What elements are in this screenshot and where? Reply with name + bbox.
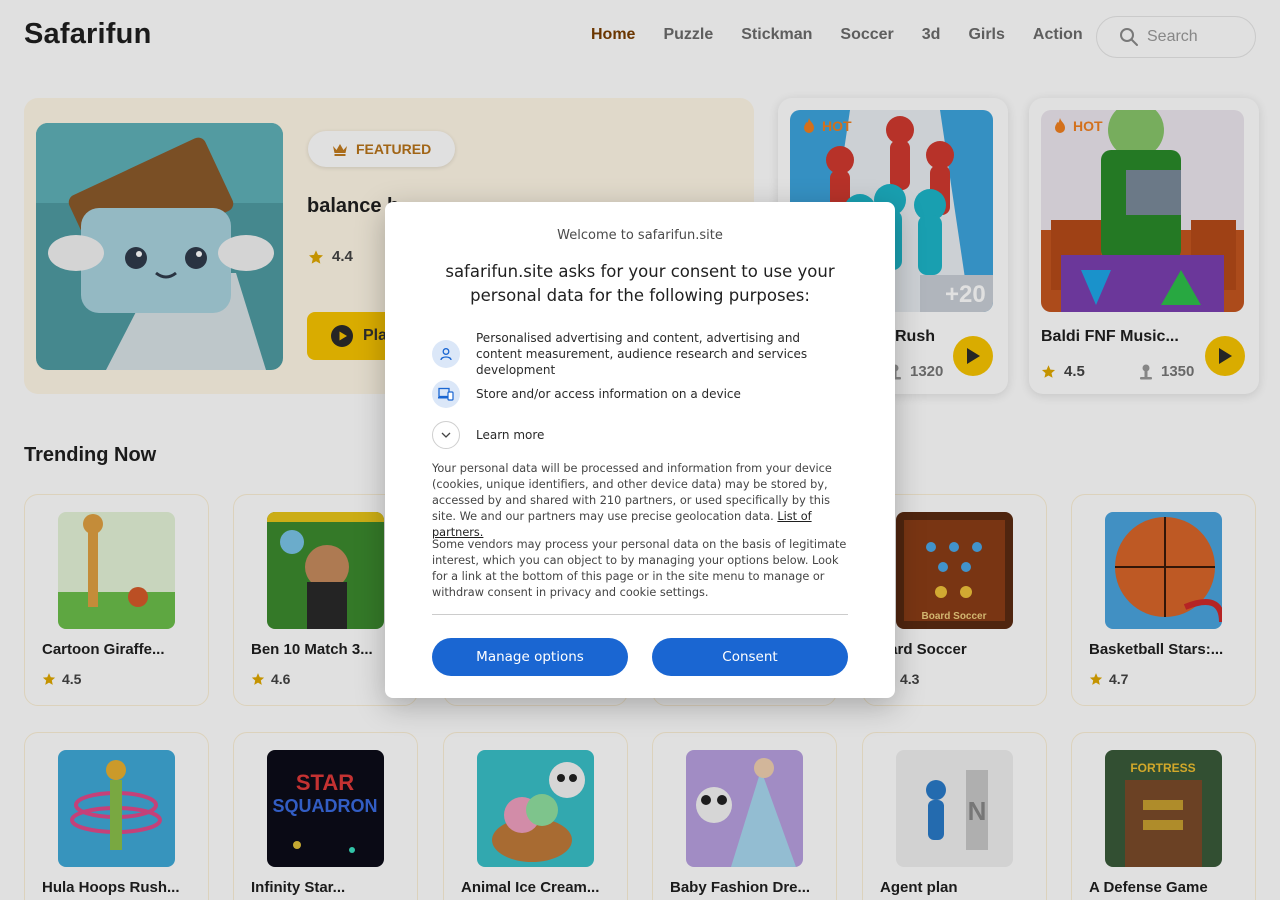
consent-paragraph-1: Your personal data will be processed and… bbox=[432, 461, 850, 541]
flame-icon bbox=[804, 118, 814, 133]
learn-more-toggle[interactable]: Learn more bbox=[432, 421, 544, 449]
consent-welcome: Welcome to safarifun.site bbox=[557, 228, 723, 243]
consent-divider bbox=[432, 614, 848, 615]
devices-icon bbox=[432, 380, 460, 408]
consent-paragraph-2: Some vendors may process your personal d… bbox=[432, 538, 847, 599]
purpose-personalised: Personalised advertising and content, ad… bbox=[432, 330, 848, 378]
hot-tag: HOT bbox=[802, 118, 852, 134]
purpose-personalised-text: Personalised advertising and content, ad… bbox=[476, 331, 808, 377]
consent-button[interactable]: Consent bbox=[652, 638, 848, 676]
chevron-down-icon[interactable] bbox=[432, 421, 460, 449]
hot-tag: HOT bbox=[1053, 118, 1103, 134]
hot-tag-label: HOT bbox=[822, 118, 852, 134]
consent-dialog: Welcome to safarifun.site safarifun.site… bbox=[385, 202, 895, 698]
purpose-device-storage: Store and/or access information on a dev… bbox=[432, 380, 741, 408]
person-icon bbox=[432, 340, 460, 368]
manage-options-button[interactable]: Manage options bbox=[432, 638, 628, 676]
consent-paragraph-1-text: Your personal data will be processed and… bbox=[432, 462, 832, 523]
learn-more-label[interactable]: Learn more bbox=[476, 427, 544, 443]
consent-heading: safarifun.site asks for your consent to … bbox=[445, 262, 835, 305]
purpose-device-storage-text: Store and/or access information on a dev… bbox=[476, 387, 741, 401]
flame-icon bbox=[1055, 118, 1065, 133]
hot-tag-label: HOT bbox=[1073, 118, 1103, 134]
